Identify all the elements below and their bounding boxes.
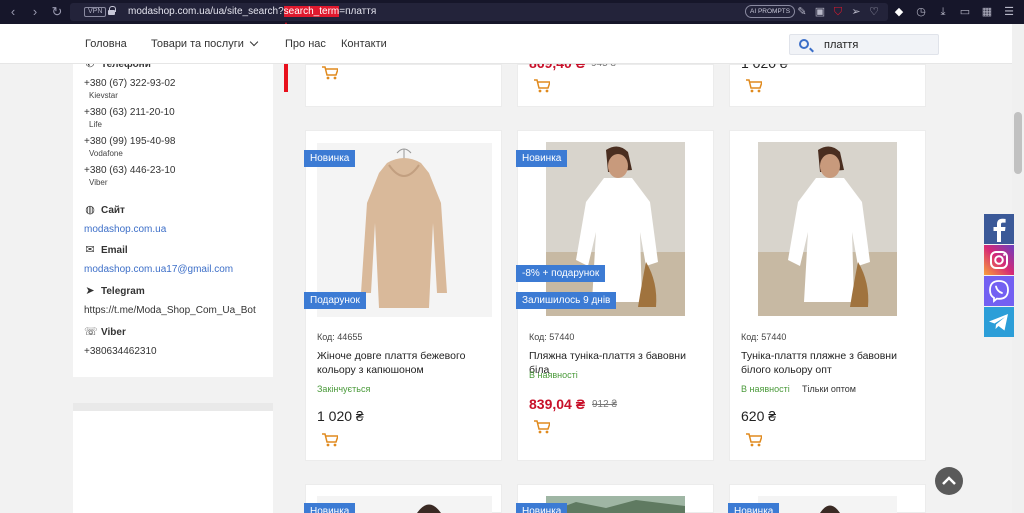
- scrollbar-thumb[interactable]: [1014, 112, 1022, 174]
- globe-icon: ◍: [85, 204, 95, 216]
- product-image[interactable]: [317, 143, 492, 317]
- product-code: Код: 44655: [317, 332, 363, 342]
- product-title[interactable]: Туніка-плаття пляжне з бавовни білого ко…: [741, 349, 921, 377]
- telegram-link[interactable]: https://t.me/Moda_Shop_Com_Ua_Bot: [84, 305, 256, 316]
- product-image[interactable]: [546, 142, 685, 316]
- availability-status: Закінчується: [317, 384, 371, 394]
- mail-icon: ✉: [85, 244, 95, 256]
- camera-icon[interactable]: ▣: [813, 4, 827, 20]
- phone-number[interactable]: +380 (99) 195-40-98: [84, 136, 175, 147]
- product-title[interactable]: Жіноче довге плаття бежевого кольору з к…: [317, 349, 497, 377]
- history-icon[interactable]: ◷: [914, 4, 928, 20]
- cart-icon[interactable]: [322, 66, 338, 80]
- badge-new: Новинка: [304, 503, 356, 513]
- telegram-small-icon: ➤: [85, 285, 95, 297]
- edit-icon[interactable]: ✎: [795, 4, 809, 20]
- email-heading: Email: [101, 245, 128, 256]
- shield-icon[interactable]: ⛉: [831, 4, 845, 20]
- instagram-icon[interactable]: [984, 245, 1014, 275]
- download-icon[interactable]: ⤓: [936, 4, 950, 20]
- lock-icon[interactable]: [108, 6, 116, 15]
- search-icon[interactable]: [799, 39, 809, 49]
- url-text[interactable]: modashop.com.ua/ua/site_search?search_te…: [128, 5, 376, 18]
- product-old-price: 912 ₴: [592, 399, 618, 410]
- phone-number[interactable]: +380 (63) 211-20-10: [84, 107, 175, 118]
- forward-icon[interactable]: ›: [26, 3, 44, 21]
- search-input[interactable]: [824, 37, 934, 52]
- nav-about[interactable]: Про нас: [285, 38, 326, 50]
- facebook-icon[interactable]: [984, 214, 1014, 244]
- extension-icon[interactable]: ◆: [892, 4, 906, 20]
- browser-toolbar: ‹ › ↻ VPN modashop.com.ua/ua/site_search…: [0, 0, 1024, 24]
- availability-status: В наявності: [529, 370, 578, 380]
- viber-heading: Viber: [101, 327, 126, 338]
- badge-days-left: Залишилось 9 днів: [516, 292, 617, 309]
- badge-discount: -8% + подарунок: [516, 265, 606, 282]
- search-box: [789, 34, 939, 55]
- phone-carrier: Kievstar: [89, 91, 118, 100]
- wholesale-label: Тільки оптом: [802, 384, 856, 394]
- wallet-icon[interactable]: ▦: [980, 4, 994, 20]
- back-to-top-button[interactable]: [935, 467, 963, 495]
- battery-icon[interactable]: ▭: [958, 4, 972, 20]
- ai-prompts-button[interactable]: AI PROMPTS: [745, 5, 796, 18]
- back-icon[interactable]: ‹: [4, 3, 22, 21]
- heart-icon[interactable]: ♡: [867, 4, 881, 20]
- phone-number[interactable]: +380 (67) 322-93-02: [84, 78, 175, 89]
- url-highlight: search_term: [283, 6, 340, 17]
- cart-icon[interactable]: [746, 433, 762, 447]
- availability-status: В наявності: [741, 384, 790, 394]
- send-icon[interactable]: ➢: [849, 4, 863, 20]
- product-price: 620 ₴: [741, 408, 777, 424]
- site-header: Головна Товари та послуги Про нас Контак…: [0, 24, 1012, 64]
- viber-small-icon: ☏: [84, 326, 98, 338]
- product-code: Код: 57440: [529, 332, 575, 342]
- phone-carrier: Viber: [89, 178, 108, 187]
- vpn-badge[interactable]: VPN: [84, 7, 107, 17]
- nav-products[interactable]: Товари та послуги: [151, 37, 259, 50]
- cart-icon[interactable]: [534, 420, 550, 434]
- email-link[interactable]: modashop.com.ua17@gmail.com: [84, 264, 233, 275]
- badge-new: Новинка: [304, 150, 356, 167]
- chevron-up-icon: [942, 476, 956, 485]
- cart-icon[interactable]: [322, 433, 338, 447]
- cart-icon[interactable]: [534, 79, 550, 93]
- phone-carrier: Life: [89, 120, 102, 129]
- badge-new: Новинка: [516, 503, 568, 513]
- nav-home[interactable]: Головна: [85, 38, 127, 50]
- telegram-heading: Telegram: [101, 286, 145, 297]
- sidebar-block: [73, 403, 273, 513]
- badge-gift: Подарунок: [304, 292, 366, 309]
- phone-carrier: Vodafone: [89, 149, 123, 158]
- site-link[interactable]: modashop.com.ua: [84, 224, 166, 235]
- nav-contacts[interactable]: Контакти: [341, 38, 387, 50]
- site-heading: Сайт: [101, 205, 125, 216]
- product-code: Код: 57440: [741, 332, 787, 342]
- product-price: 1 020 ₴: [317, 408, 364, 424]
- viber-number[interactable]: +380634462310: [84, 346, 157, 357]
- product-price: 839,04 ₴: [529, 396, 586, 412]
- badge-new: Новинка: [516, 150, 568, 167]
- badge-new: Новинка: [728, 503, 780, 513]
- reload-icon[interactable]: ↻: [48, 3, 66, 21]
- chevron-down-icon: [249, 37, 259, 47]
- viber-icon[interactable]: [984, 276, 1014, 306]
- phone-number[interactable]: +380 (63) 446-23-10: [84, 165, 175, 176]
- menu-icon[interactable]: ☰: [1002, 4, 1016, 20]
- product-image[interactable]: [758, 142, 897, 316]
- telegram-icon[interactable]: [984, 307, 1014, 337]
- cart-icon[interactable]: [746, 79, 762, 93]
